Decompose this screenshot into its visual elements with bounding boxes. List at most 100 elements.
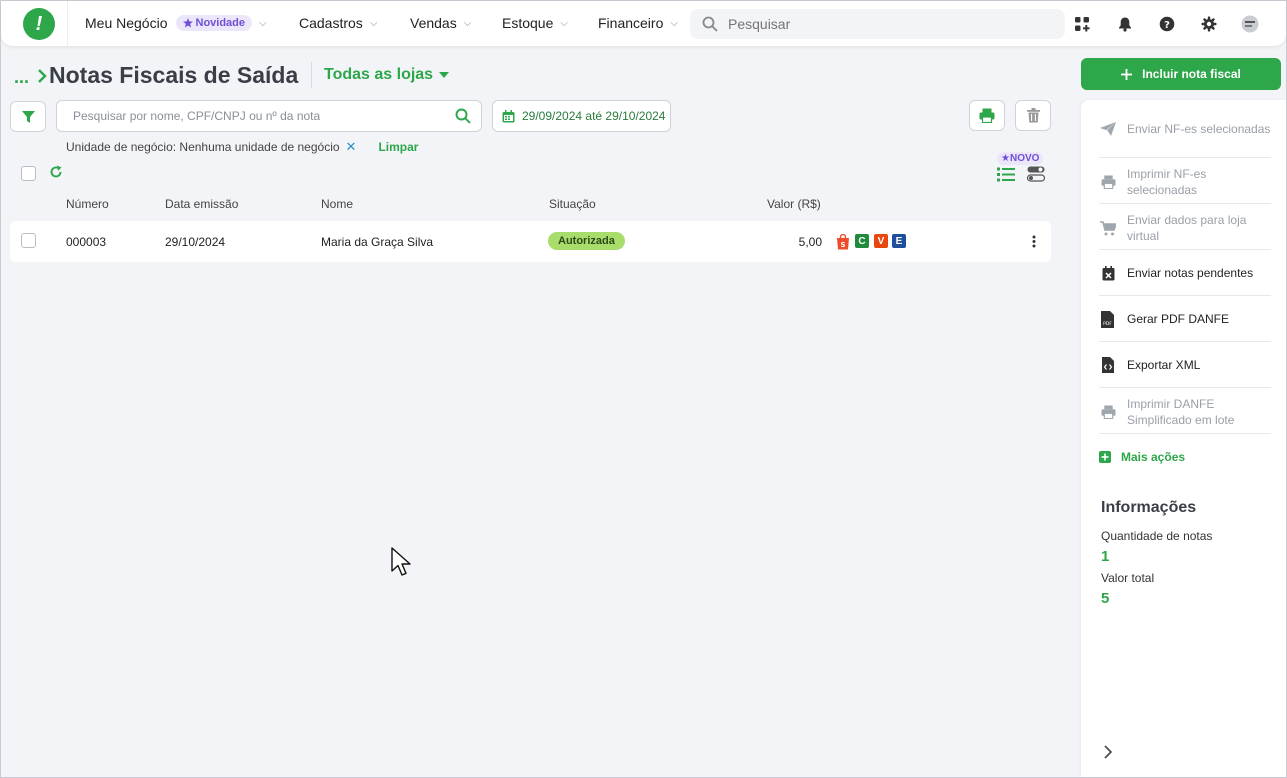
add-invoice-button[interactable]: Incluir nota fiscal [1081,58,1281,90]
info-title: Informações [1101,499,1197,516]
action-label: Imprimir DANFE Simplificado em lote [1127,397,1235,427]
divider [1099,433,1271,434]
col-header-data-emissao[interactable]: Data emissão [165,197,238,211]
row-checkbox[interactable] [21,233,36,248]
qty-label: Quantidade de notas [1101,529,1213,543]
nav-label: Meu Negócio [85,15,168,31]
cell-nome: Maria da Graça Silva [321,235,434,249]
tag-v-badge: V [874,234,888,248]
qty-value: 1 [1101,548,1110,565]
badge-label: Novidade [195,17,246,29]
action-enviar-nfes[interactable]: Enviar NF-es selecionadas [1099,120,1271,138]
divider [1099,387,1271,388]
close-icon[interactable]: ✕ [346,139,357,155]
search-icon[interactable] [455,108,471,124]
action-exportar-xml[interactable]: Exportar XML [1099,356,1271,374]
delete-button[interactable] [1015,100,1051,131]
filter-chip-label: Unidade de negócio: Nenhuma unidade de n… [66,140,340,154]
action-enviar-loja-virtual[interactable]: Enviar dados para loja virtual [1099,212,1271,244]
breadcrumb-ellipsis: ... [14,67,30,87]
col-header-valor[interactable]: Valor (R$) [767,197,821,211]
divider [1099,249,1271,250]
cart-icon [1099,219,1117,237]
gear-icon[interactable] [1199,14,1219,34]
action-label: Enviar notas pendentes [1127,266,1254,280]
nav-financeiro[interactable]: Financeiro ⌵ [598,15,678,31]
apps-icon[interactable] [1072,14,1092,34]
action-gerar-pdf-danfe[interactable]: PDF Gerar PDF DANFE [1099,310,1271,328]
table-row[interactable]: 000003 29/10/2024 Maria da Graça Silva A… [10,221,1051,262]
global-search[interactable] [690,9,1065,39]
chevron-down-icon: ⌵ [560,17,568,29]
total-value: 5 [1101,590,1110,607]
nav-meu-negocio[interactable]: Meu Negócio Novidade ⌵ [85,15,267,31]
chevron-right-icon [38,69,47,83]
nav-vendas[interactable]: Vendas ⌵ [410,15,471,31]
chevron-down-icon: ⌵ [463,17,472,29]
top-navbar: ! Meu Negócio Novidade ⌵ Cadastros ⌵ Ven… [1,1,1286,47]
divider [1099,295,1271,296]
svg-text:PDF: PDF [1103,321,1112,327]
help-icon[interactable]: ? [1157,14,1177,34]
add-invoice-label: Incluir nota fiscal [1142,67,1241,81]
action-label: Exportar XML [1127,358,1201,372]
notes-search-input[interactable] [73,109,455,123]
cell-numero: 000003 [66,235,107,249]
bell-icon[interactable] [1115,14,1135,34]
more-actions-button[interactable]: Mais ações [1099,448,1271,466]
global-search-input[interactable] [728,16,1028,32]
tag-c-badge: C [855,234,869,248]
nav-label: Estoque [502,15,554,31]
filter-icon [21,110,35,123]
nav-label: Financeiro [598,15,664,31]
plus-icon [1121,68,1133,80]
pdf-icon: PDF [1099,310,1117,328]
clear-filters-link[interactable]: Limpar [378,140,418,154]
tag-e-badge: E [892,234,906,248]
nav-label: Vendas [410,15,457,31]
mouse-cursor-icon [391,547,411,576]
chevron-down-icon: ⌵ [369,17,378,29]
date-range-picker[interactable]: 29/09/2024 até 29/10/2024 [492,100,671,132]
search-icon [702,16,718,32]
print-button[interactable] [969,100,1005,131]
more-vertical-icon[interactable] [1032,235,1036,248]
list-view-icon[interactable] [997,167,1015,182]
col-header-numero[interactable]: Número [66,197,109,211]
filter-button[interactable] [10,101,46,132]
plus-square-icon [1099,448,1111,466]
select-all-checkbox[interactable] [21,166,36,181]
col-header-situacao[interactable]: Situação [549,197,596,211]
action-label: Enviar NF-es selecionadas [1127,122,1271,136]
toggle-view-icon[interactable] [1027,166,1045,182]
chevron-down-icon: ⌵ [259,17,267,29]
store-selector[interactable]: Todas as lojas [324,66,450,84]
notes-search[interactable] [56,100,482,132]
action-imprimir-danfe-lote[interactable]: Imprimir DANFE Simplificado em lote [1099,396,1271,428]
status-badge: Autorizada [548,232,625,250]
action-label: Imprimir NF-es selecionadas [1127,167,1207,197]
actions-panel: Enviar NF-es selecionadas Imprimir NF-es… [1081,100,1286,777]
store-selector-label: Todas as lojas [324,66,434,83]
caret-down-icon [439,72,450,78]
nav-estoque[interactable]: Estoque ⌵ [502,15,568,31]
refresh-icon[interactable] [49,165,63,179]
action-label: Enviar dados para loja virtual [1127,213,1247,243]
title-divider [311,62,312,88]
cell-valor: 5,00 [798,235,822,249]
printer-icon [979,108,995,123]
action-enviar-pendentes[interactable]: Enviar notas pendentes [1099,264,1271,282]
col-header-nome[interactable]: Nome [321,197,353,211]
app-logo[interactable]: ! [23,8,55,40]
active-filter-chip: Unidade de negócio: Nenhuma unidade de n… [66,139,418,155]
breadcrumb[interactable]: ... [14,67,47,88]
action-imprimir-nfes[interactable]: Imprimir NF-es selecionadas [1099,166,1271,198]
more-actions-label: Mais ações [1121,450,1186,464]
send-icon [1099,120,1117,138]
novo-badge-label: NOVO [1009,153,1040,164]
trash-icon [1026,108,1040,123]
chevron-right-icon[interactable] [1103,745,1113,759]
nav-cadastros[interactable]: Cadastros ⌵ [299,15,377,31]
avatar[interactable] [1240,14,1260,34]
calendar-icon [502,109,515,122]
